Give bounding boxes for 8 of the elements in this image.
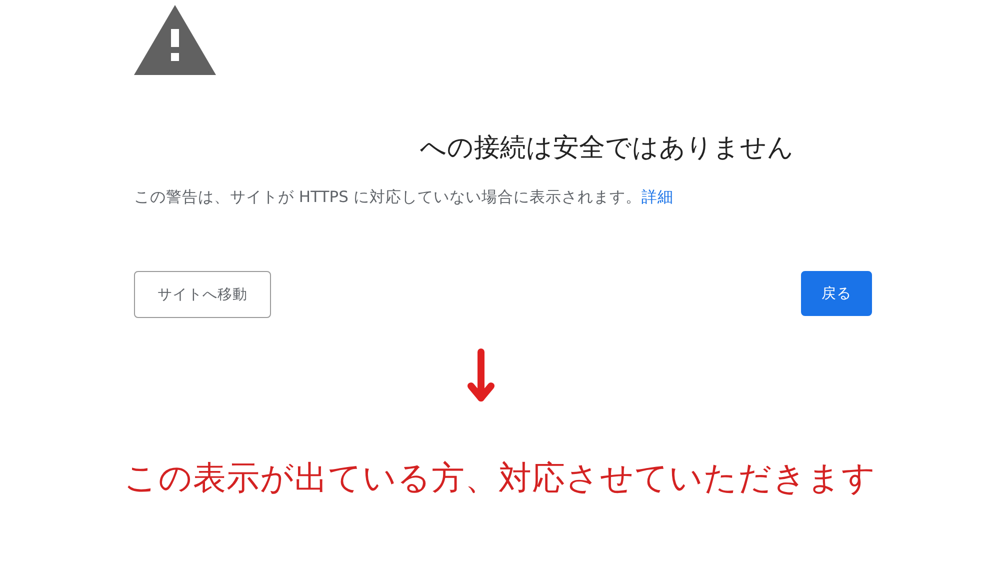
back-button[interactable]: 戻る <box>801 271 872 316</box>
annotation-text: この表示が出ている方、対応させていただきます <box>124 457 876 499</box>
down-arrow-icon <box>467 348 495 404</box>
warning-icon <box>134 5 216 75</box>
details-link[interactable]: 詳細 <box>641 188 674 206</box>
warning-description: この警告は、サイトが HTTPS に対応していない場合に表示されます。詳細 <box>134 187 674 208</box>
proceed-button[interactable]: サイトへ移動 <box>134 271 271 318</box>
warning-heading: への接続は安全ではありません <box>420 132 795 165</box>
